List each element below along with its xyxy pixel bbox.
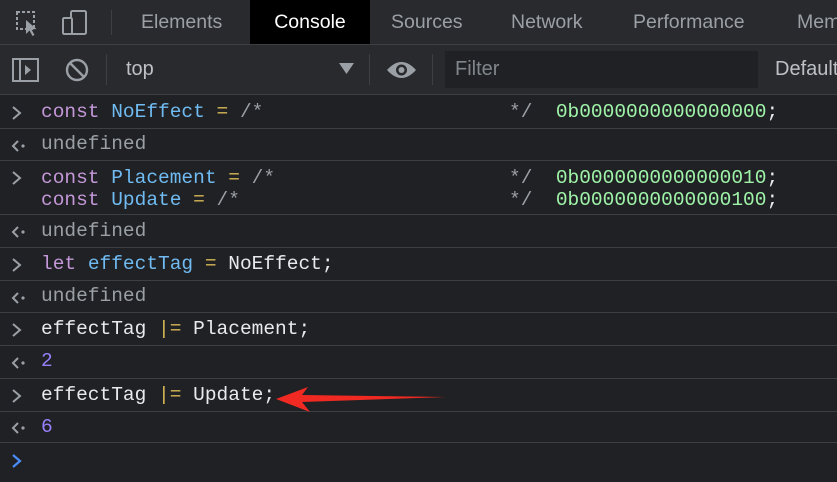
toolbar-separator <box>106 54 107 85</box>
console-code-line: effectTag |= Placement; <box>41 318 310 340</box>
result-arrow-icon <box>11 226 25 238</box>
variable-name: Update <box>111 189 182 211</box>
console-code-line: const Placement = /* <box>41 167 275 189</box>
variable-name: effectTag <box>41 384 147 406</box>
console-input-row: const NoEffect = /* */ 0b000000000000000… <box>0 96 837 129</box>
operator: = <box>228 167 240 189</box>
red-arrow-annotation <box>276 387 446 412</box>
tab-console[interactable]: Console <box>250 0 370 44</box>
expression: Placement; <box>193 318 311 340</box>
semicolon: ; <box>766 189 779 211</box>
console-code-value: */ 0b0000000000000000; <box>509 101 778 123</box>
result-value: 2 <box>41 350 53 372</box>
console-prompt[interactable] <box>0 443 837 482</box>
result-arrow-icon <box>11 292 25 304</box>
console-code-line: const Update = /* <box>41 189 240 211</box>
prompt-chevron-icon <box>12 389 22 403</box>
expression: NoEffect; <box>228 253 334 275</box>
keyword: const <box>41 189 100 211</box>
operator: = <box>204 253 217 275</box>
variable-name: Placement <box>111 167 217 189</box>
prompt-chevron-icon <box>12 171 22 185</box>
console-input-row: let effectTag = NoEffect; <box>0 248 837 281</box>
operator: = <box>216 101 229 123</box>
device-toolbar-icon[interactable] <box>61 9 89 37</box>
console-result-row: undefined <box>0 129 837 161</box>
keyword: let <box>41 253 77 275</box>
prompt-chevron-icon <box>12 454 22 468</box>
comment-close: */ <box>509 101 533 123</box>
eye-icon[interactable] <box>386 60 417 80</box>
variable-name: effectTag <box>87 253 194 275</box>
tab-memory[interactable]: Mem <box>797 0 837 44</box>
comment-close: */ <box>509 189 533 211</box>
result-arrow-icon <box>11 422 25 434</box>
operator: |= <box>158 384 182 406</box>
console-result-row: 2 <box>0 346 837 379</box>
variable-name: effectTag <box>41 318 147 340</box>
sidebar-toggle-icon[interactable] <box>12 58 39 82</box>
prompt-chevron-icon <box>12 323 22 337</box>
log-levels-dropdown[interactable]: Default <box>775 58 837 81</box>
result-value: 6 <box>41 416 53 438</box>
tab-elements[interactable]: Elements <box>141 0 222 44</box>
keyword: const <box>41 101 100 123</box>
variable-name: NoEffect <box>111 101 205 123</box>
filter-input[interactable] <box>445 51 758 88</box>
inspect-element-icon[interactable] <box>14 9 42 37</box>
tab-sources[interactable]: Sources <box>391 0 463 44</box>
semicolon: ; <box>766 167 779 189</box>
dropdown-arrow-icon[interactable] <box>339 63 354 74</box>
console-input-row: effectTag |= Placement; <box>0 313 837 346</box>
console-input-row: const Placement = /* */ 0b00000000000000… <box>0 161 837 215</box>
toolbar-separator <box>432 54 433 85</box>
operator: = <box>193 189 205 211</box>
clear-console-icon[interactable] <box>65 58 89 82</box>
expression: Update; <box>193 384 276 406</box>
console-code-line: effectTag |= Update; <box>41 384 275 406</box>
binary-literal: 0b0000000000000100 <box>555 189 767 211</box>
comment-open: /* <box>251 167 276 189</box>
result-value: undefined <box>41 133 147 155</box>
tab-network[interactable]: Network <box>511 0 583 44</box>
result-value: undefined <box>41 220 147 242</box>
tab-separator <box>111 10 112 35</box>
result-value: undefined <box>41 285 147 307</box>
console-result-row: undefined <box>0 281 837 313</box>
comment-close: */ <box>509 167 533 189</box>
keyword: const <box>41 167 100 189</box>
console-result-row: undefined <box>0 215 837 248</box>
binary-literal: 0b0000000000000000 <box>555 101 767 123</box>
console-code-value: */ 0b0000000000000100; <box>509 189 778 211</box>
comment-open: /* <box>239 101 264 123</box>
result-arrow-icon <box>11 140 25 152</box>
prompt-chevron-icon <box>12 106 22 120</box>
console-code-line: const NoEffect = /* <box>41 101 263 123</box>
operator: |= <box>158 318 182 340</box>
comment-open: /* <box>216 189 240 211</box>
result-arrow-icon <box>11 357 25 369</box>
console-code-value: */ 0b0000000000000010; <box>509 167 778 189</box>
prompt-chevron-icon <box>12 258 22 272</box>
console-result-row: 6 <box>0 412 837 443</box>
tab-performance[interactable]: Performance <box>633 0 745 44</box>
devtools-tab-bar: Elements Console Sources Network Perform… <box>0 0 837 45</box>
semicolon: ; <box>766 101 779 123</box>
toolbar-separator <box>369 54 370 85</box>
console-toolbar: top Default <box>0 45 837 95</box>
context-selector[interactable]: top <box>126 58 154 81</box>
console-code-line: let effectTag = NoEffect; <box>41 253 334 275</box>
binary-literal: 0b0000000000000010 <box>555 167 767 189</box>
